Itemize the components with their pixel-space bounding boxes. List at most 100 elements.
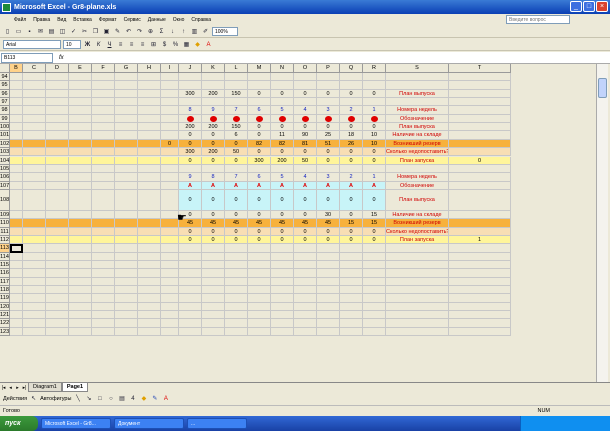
table-cell[interactable] [449, 106, 511, 115]
table-cell[interactable] [46, 311, 69, 320]
rectangle-icon[interactable]: □ [95, 394, 104, 403]
menu-item[interactable]: Справка [191, 17, 211, 23]
table-cell[interactable] [317, 164, 340, 174]
table-cell[interactable] [10, 131, 23, 140]
table-cell[interactable] [138, 269, 161, 278]
table-cell[interactable] [92, 261, 115, 270]
table-cell[interactable] [46, 227, 69, 236]
row-header[interactable]: 122 [0, 319, 10, 328]
textbox-icon[interactable]: ▤ [117, 394, 126, 403]
table-cell[interactable]: 0 [271, 89, 294, 99]
table-cell[interactable] [317, 327, 340, 337]
table-cell[interactable] [10, 156, 23, 165]
table-cell[interactable] [161, 181, 179, 190]
table-cell[interactable] [248, 73, 271, 82]
row-header[interactable]: 100 [0, 123, 10, 132]
table-cell[interactable] [138, 106, 161, 115]
table-cell[interactable]: 0 [363, 235, 386, 245]
table-cell[interactable] [449, 189, 511, 211]
table-cell[interactable] [46, 139, 69, 149]
table-cell[interactable] [225, 277, 248, 287]
table-cell[interactable] [271, 98, 294, 107]
table-cell[interactable] [271, 311, 294, 320]
table-cell[interactable] [92, 156, 115, 165]
table-cell[interactable] [46, 286, 69, 295]
table-cell[interactable] [92, 139, 115, 149]
table-cell[interactable] [179, 114, 202, 124]
table-cell[interactable]: 0 [202, 189, 225, 211]
table-cell[interactable] [294, 294, 317, 303]
table-cell[interactable] [138, 302, 161, 312]
table-cell[interactable]: 15 [363, 210, 386, 220]
table-cell[interactable] [161, 148, 179, 157]
table-cell[interactable]: 0 [248, 210, 271, 220]
table-cell[interactable] [386, 252, 449, 261]
table-cell[interactable] [115, 261, 138, 270]
table-cell[interactable] [10, 123, 23, 132]
copy-icon[interactable]: ❐ [91, 27, 100, 36]
table-cell[interactable]: 45 [202, 219, 225, 228]
table-cell[interactable]: A [225, 181, 248, 190]
table-cell[interactable] [10, 286, 23, 295]
table-cell[interactable] [340, 327, 363, 337]
table-cell[interactable]: 4 [294, 106, 317, 115]
table-cell[interactable] [138, 219, 161, 228]
table-cell[interactable] [10, 227, 23, 236]
table-cell[interactable] [386, 294, 449, 303]
italic-icon[interactable]: К [94, 40, 103, 49]
table-cell[interactable] [248, 269, 271, 278]
table-cell[interactable] [363, 73, 386, 82]
table-cell[interactable] [161, 244, 179, 253]
row-label[interactable]: Номера недель [386, 173, 449, 182]
table-cell[interactable]: 0 [248, 189, 271, 211]
table-cell[interactable] [202, 327, 225, 337]
table-cell[interactable] [92, 302, 115, 312]
row-header[interactable]: 103 [0, 148, 10, 157]
table-cell[interactable] [271, 327, 294, 337]
underline-icon[interactable]: Ч [105, 40, 114, 49]
table-cell[interactable]: 7 [225, 106, 248, 115]
table-cell[interactable] [317, 311, 340, 320]
table-cell[interactable]: 0 [340, 156, 363, 165]
new-icon[interactable]: ▯ [3, 27, 12, 36]
open-icon[interactable]: ▭ [14, 27, 23, 36]
table-cell[interactable] [248, 252, 271, 261]
paste-icon[interactable]: ▣ [102, 27, 111, 36]
table-cell[interactable] [115, 164, 138, 174]
table-cell[interactable] [271, 286, 294, 295]
table-cell[interactable] [386, 98, 449, 107]
table-cell[interactable] [138, 131, 161, 140]
table-cell[interactable] [46, 302, 69, 312]
table-cell[interactable] [449, 210, 511, 220]
merge-icon[interactable]: ⊞ [149, 40, 158, 49]
table-cell[interactable] [271, 261, 294, 270]
row-label[interactable]: Возникший резерв [386, 139, 449, 149]
column-header[interactable]: F [92, 64, 115, 73]
currency-icon[interactable]: $ [160, 40, 169, 49]
table-cell[interactable] [161, 114, 179, 124]
table-cell[interactable] [69, 156, 92, 165]
table-cell[interactable] [92, 164, 115, 174]
table-cell[interactable] [138, 210, 161, 220]
table-cell[interactable] [317, 98, 340, 107]
table-cell[interactable] [363, 319, 386, 328]
table-cell[interactable] [248, 98, 271, 107]
table-cell[interactable]: 0 [317, 189, 340, 211]
row-header[interactable]: 105 [0, 164, 10, 174]
row-header[interactable]: 108 [0, 189, 10, 211]
spell-icon[interactable]: ✓ [69, 27, 78, 36]
table-cell[interactable] [363, 294, 386, 303]
help-search-input[interactable]: Введите вопрос [506, 15, 570, 24]
table-cell[interactable] [294, 98, 317, 107]
table-cell[interactable]: 50 [225, 148, 248, 157]
table-cell[interactable] [115, 269, 138, 278]
table-cell[interactable]: 0 [363, 148, 386, 157]
table-cell[interactable] [225, 164, 248, 174]
column-header[interactable]: C [23, 64, 46, 73]
column-header[interactable]: Q [340, 64, 363, 73]
table-cell[interactable] [92, 81, 115, 90]
table-cell[interactable]: 0 [248, 123, 271, 132]
table-cell[interactable]: 0 [294, 89, 317, 99]
table-cell[interactable]: 0 [363, 156, 386, 165]
table-cell[interactable] [10, 269, 23, 278]
